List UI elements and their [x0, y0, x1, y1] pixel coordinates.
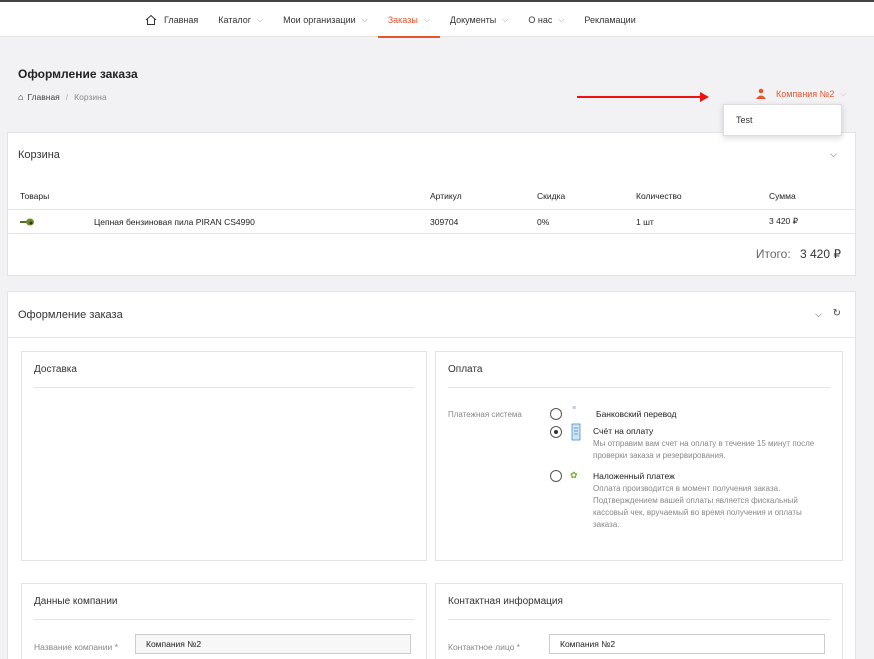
col-sum: Сумма	[769, 190, 796, 201]
company-name-label: Название компании *	[34, 642, 118, 652]
chevron-down-icon: ⌵	[840, 89, 847, 98]
nav-orders-label: Заказы	[387, 14, 418, 25]
breadcrumb-current: Корзина	[74, 92, 107, 102]
nav-claims-label: Рекламации	[584, 14, 636, 25]
radio-bank-transfer[interactable]	[550, 408, 562, 420]
breadcrumb-separator: /	[65, 92, 69, 102]
payment-title: Оплата	[448, 364, 830, 388]
chevron-down-icon[interactable]: ⌵	[815, 309, 822, 320]
product-quantity: 1 шт	[636, 216, 654, 227]
company-name-field[interactable]: Компания №2	[135, 634, 411, 654]
radio-cash-on-delivery[interactable]	[550, 470, 562, 482]
chevron-down-icon: ⌵	[558, 14, 565, 24]
order-title: Оформление заказа	[18, 308, 123, 321]
nav-documents[interactable]: Документы ⌵	[440, 2, 518, 37]
invoice-description: Мы отправим вам счет на оплату в течение…	[593, 439, 815, 460]
company-selector[interactable]: Компания №2 ⌵	[754, 88, 846, 100]
nav-home-label: Главная	[164, 14, 199, 25]
delivery-section: Доставка	[21, 351, 427, 561]
chevron-down-icon[interactable]: ⌵	[830, 149, 837, 160]
annotation-arrow	[577, 92, 709, 102]
nav-organizations[interactable]: Мои организации ⌵	[273, 2, 378, 37]
page-title: Оформление заказа	[18, 67, 138, 81]
bank-transfer-icon: ≡	[572, 405, 577, 412]
chevron-down-icon: ⌵	[361, 14, 368, 24]
nav-catalog-label: Каталог	[218, 14, 251, 25]
delivery-title: Доставка	[34, 364, 414, 388]
cart-total: Итого: 3 420 ₽	[756, 247, 841, 261]
cart-table-header: Товары Артикул Скидка Количество Сумма	[8, 182, 855, 210]
cash-on-delivery-label: Наложенный платеж	[593, 471, 675, 481]
col-sku: Артикул	[430, 190, 462, 201]
company-data-title: Данные компании	[34, 596, 414, 620]
chevron-down-icon: ⌵	[502, 14, 509, 24]
cart-title: Корзина	[18, 149, 60, 161]
top-navigation-bar: Главная Каталог ⌵ Мои организации ⌵ Зака…	[0, 0, 874, 38]
col-products: Товары	[20, 190, 50, 201]
refresh-icon[interactable]: ↻	[833, 308, 841, 319]
product-name[interactable]: Цепная бензиновая пила PIRAN CS4990	[94, 217, 255, 227]
nav-home[interactable]: Главная	[135, 2, 208, 37]
cart-header[interactable]: Корзина ⌵	[8, 133, 855, 177]
nav-about[interactable]: О нас ⌵	[518, 2, 574, 37]
order-panel: Оформление заказа ⌵ ↻ Доставка Оплата Пл…	[7, 291, 856, 659]
nav-orders[interactable]: Заказы ⌵	[377, 2, 441, 38]
breadcrumb-home[interactable]: Главная	[27, 92, 59, 102]
payment-system-label: Платежная система	[448, 410, 522, 419]
product-sku: 309704	[430, 216, 459, 227]
invoice-icon	[571, 423, 581, 441]
bank-transfer-label: Банковский перевод	[596, 409, 677, 419]
radio-invoice[interactable]	[550, 426, 562, 438]
contact-person-field[interactable]: Компания №2	[549, 634, 825, 654]
main-nav: Главная Каталог ⌵ Мои организации ⌵ Зака…	[135, 2, 646, 38]
cash-on-delivery-description: Оплата производится в момент получения з…	[593, 484, 802, 529]
cash-on-delivery-icon: ✿	[570, 470, 578, 480]
nav-about-label: О нас	[528, 14, 553, 25]
product-thumbnail	[20, 218, 34, 226]
order-header[interactable]: Оформление заказа ⌵ ↻	[8, 292, 855, 338]
nav-documents-label: Документы	[449, 14, 497, 25]
invoice-label: Счёт на оплату	[593, 426, 654, 436]
contact-person-label: Контактное лицо *	[448, 642, 520, 652]
contact-info-section: Контактная информация Контактное лицо * …	[435, 583, 843, 659]
nav-catalog[interactable]: Каталог ⌵	[208, 2, 273, 37]
cart-panel: Корзина ⌵ Товары Артикул Скидка Количест…	[7, 132, 856, 276]
table-row: Цепная бензиновая пила PIRAN CS4990 3097…	[8, 210, 855, 234]
company-option[interactable]: Test	[736, 115, 829, 125]
product-discount: 0%	[537, 216, 550, 227]
contact-info-title: Контактная информация	[448, 596, 830, 620]
col-quantity: Количество	[636, 190, 682, 201]
payment-section: Оплата Платежная система ≡ Банковский пе…	[435, 351, 843, 561]
nav-claims[interactable]: Рекламации	[574, 2, 645, 37]
total-value: 3 420 ₽	[800, 247, 841, 261]
breadcrumb: ⌂ Главная / Корзина	[18, 92, 107, 102]
home-icon	[145, 14, 157, 25]
home-icon: ⌂	[18, 92, 24, 102]
user-icon	[756, 88, 766, 99]
company-selector-value: Компания №2	[776, 89, 835, 99]
chevron-down-icon: ⌵	[423, 14, 430, 24]
nav-organizations-label: Мои организации	[283, 14, 356, 25]
total-label: Итого:	[755, 247, 791, 261]
product-sum: 3 420 ₽	[769, 216, 799, 226]
chevron-down-icon: ⌵	[256, 14, 264, 24]
col-discount: Скидка	[537, 190, 566, 201]
company-dropdown-menu: Test	[723, 104, 842, 136]
company-data-section: Данные компании Название компании * Комп…	[21, 583, 427, 659]
